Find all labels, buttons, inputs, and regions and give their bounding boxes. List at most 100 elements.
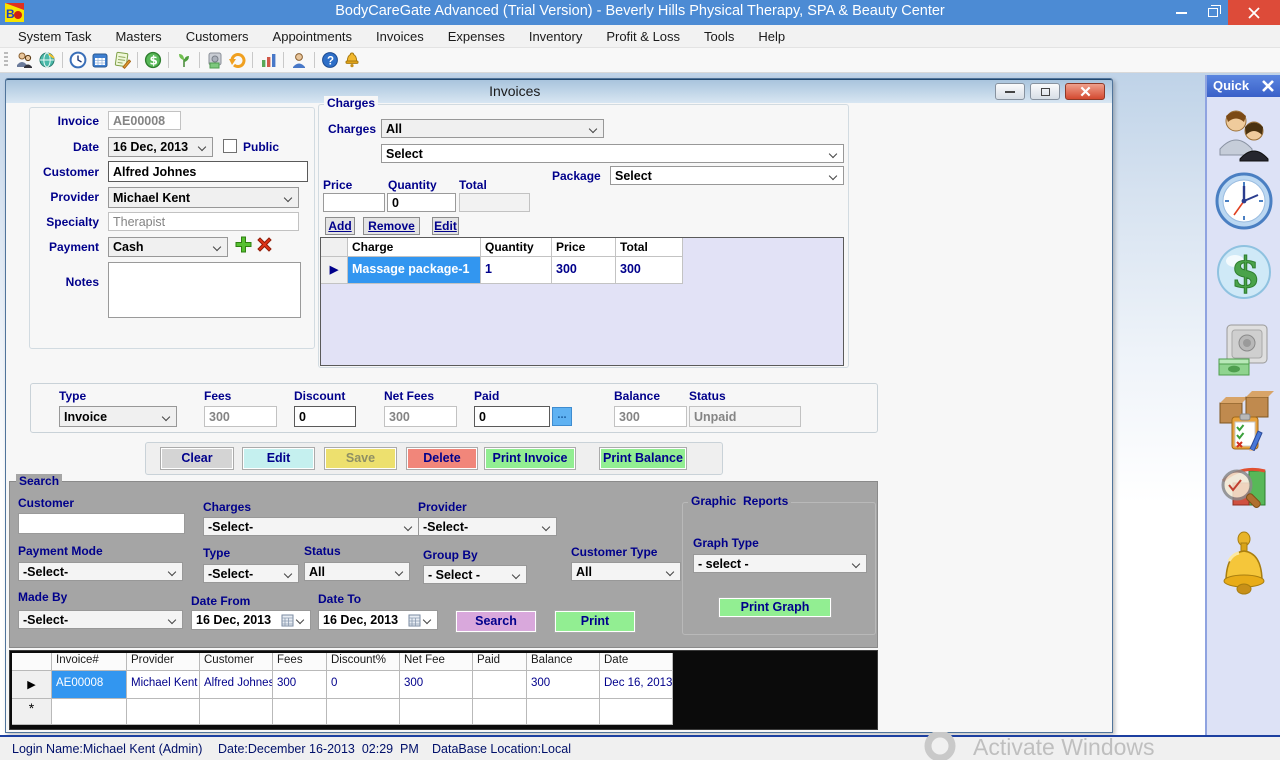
undo-icon[interactable] [226, 50, 248, 70]
invoices-window-titlebar[interactable]: Invoices [6, 79, 1112, 103]
public-checkbox[interactable] [223, 139, 237, 153]
menu-masters[interactable]: Masters [103, 26, 173, 47]
col-paid[interactable]: Paid [473, 653, 527, 671]
cell-charge[interactable]: Massage package-1 [348, 257, 481, 284]
charges-col-quantity[interactable]: Quantity [481, 238, 552, 257]
group-by-dropdown[interactable]: - Select - [423, 565, 527, 584]
inventory-boxes-icon[interactable] [1214, 387, 1274, 451]
menu-help[interactable]: Help [746, 26, 797, 47]
menu-tools[interactable]: Tools [692, 26, 746, 47]
close-button[interactable] [1228, 0, 1280, 25]
restore-button[interactable] [1197, 0, 1228, 25]
notes-field[interactable] [108, 262, 301, 318]
col-fees[interactable]: Fees [273, 653, 327, 671]
reports-chart-icon[interactable] [257, 50, 279, 70]
cell-total[interactable]: 300 [616, 257, 683, 284]
discount-field[interactable] [294, 406, 356, 427]
child-maximize-button[interactable] [1030, 83, 1060, 100]
minimize-button[interactable] [1166, 0, 1197, 25]
add-payment-icon[interactable] [235, 236, 252, 253]
col-netfee[interactable]: Net Fee [400, 653, 473, 671]
customer-type-dropdown[interactable]: All [571, 562, 681, 581]
payment-dropdown[interactable]: Cash [108, 237, 228, 257]
expenses-safe-icon[interactable] [204, 50, 226, 70]
results-grid-new-row[interactable]: * [12, 699, 673, 725]
col-provider[interactable]: Provider [127, 653, 200, 671]
cell-price[interactable]: 300 [552, 257, 616, 284]
clear-button[interactable]: Clear [161, 448, 233, 469]
price-field[interactable] [323, 193, 385, 212]
charges-grid-row[interactable]: ▶ Massage package-1 1 300 300 [321, 257, 843, 284]
money-icon[interactable]: $ [1215, 243, 1273, 301]
charges-col-total[interactable]: Total [616, 238, 683, 257]
print-invoice-button[interactable]: Print Invoice [485, 448, 575, 469]
remove-charge-button[interactable]: Remove [363, 217, 420, 235]
date-to-picker[interactable]: 16 Dec, 2013 [318, 610, 438, 630]
search-type-dropdown[interactable]: -Select- [203, 564, 299, 583]
profit-chart-icon[interactable] [1215, 461, 1273, 517]
charges-plant-icon[interactable] [173, 50, 195, 70]
provider-person-icon[interactable] [288, 50, 310, 70]
col-customer[interactable]: Customer [200, 653, 273, 671]
quick-close-icon[interactable] [1261, 79, 1275, 93]
search-button[interactable]: Search [456, 611, 536, 632]
menu-customers[interactable]: Customers [174, 26, 261, 47]
charge-select-dropdown[interactable]: Select [381, 144, 844, 163]
provider-dropdown[interactable]: Michael Kent [108, 187, 299, 208]
child-minimize-button[interactable] [995, 83, 1025, 100]
paid-field[interactable] [474, 406, 550, 427]
masters-globe-icon[interactable] [36, 50, 58, 70]
edit-button[interactable]: Edit [243, 448, 314, 469]
quantity-field[interactable] [387, 193, 456, 212]
graph-type-dropdown[interactable]: - select - [693, 554, 867, 573]
invoice-dollar-icon[interactable]: $ [142, 50, 164, 70]
add-charge-button[interactable]: Add [325, 217, 355, 235]
search-provider-dropdown[interactable]: -Select- [418, 517, 557, 536]
col-balance[interactable]: Balance [527, 653, 600, 671]
col-discount[interactable]: Discount% [327, 653, 400, 671]
type-dropdown[interactable]: Invoice [59, 406, 177, 427]
paid-more-button[interactable]: ... [552, 407, 572, 426]
remove-payment-icon[interactable] [256, 236, 273, 253]
bell-icon[interactable] [341, 50, 363, 70]
date-from-picker[interactable]: 16 Dec, 2013 [191, 610, 311, 630]
menu-expenses[interactable]: Expenses [436, 26, 517, 47]
made-by-dropdown[interactable]: -Select- [18, 610, 183, 629]
charges-col-price[interactable]: Price [552, 238, 616, 257]
col-date[interactable]: Date [600, 653, 673, 671]
save-button[interactable]: Save [325, 448, 396, 469]
menu-profit-loss[interactable]: Profit & Loss [594, 26, 692, 47]
appointment-note-icon[interactable] [111, 50, 133, 70]
child-close-button[interactable] [1065, 83, 1105, 100]
clock-icon[interactable] [67, 50, 89, 70]
search-status-dropdown[interactable]: All [304, 562, 410, 581]
invoice-date-dropdown[interactable]: 16 Dec, 2013 [108, 137, 213, 157]
calendar-icon[interactable] [89, 50, 111, 70]
search-customer-input[interactable] [18, 513, 185, 534]
customers-icon[interactable] [14, 50, 36, 70]
search-print-button[interactable]: Print [555, 611, 635, 632]
menu-invoices[interactable]: Invoices [364, 26, 436, 47]
edit-charge-button[interactable]: Edit [432, 217, 459, 235]
charges-col-charge[interactable]: Charge [348, 238, 481, 257]
col-invoice[interactable]: Invoice# [52, 653, 127, 671]
search-charges-dropdown[interactable]: -Select- [203, 517, 419, 536]
delete-button[interactable]: Delete [407, 448, 477, 469]
package-dropdown[interactable]: Select [610, 166, 844, 185]
customer-field[interactable] [108, 161, 308, 182]
expenses-safe-icon[interactable] [1217, 323, 1271, 379]
bell-icon[interactable] [1217, 531, 1271, 597]
charges-filter-dropdown[interactable]: All [381, 119, 604, 138]
print-graph-button[interactable]: Print Graph [719, 598, 831, 617]
help-icon[interactable]: ? [319, 50, 341, 70]
clock-icon[interactable] [1214, 171, 1274, 231]
results-grid-row[interactable]: ▶ AE00008 Michael Kent Alfred Johnes 300… [12, 671, 673, 699]
menu-appointments[interactable]: Appointments [261, 26, 365, 47]
menu-system-task[interactable]: System Task [6, 26, 103, 47]
print-balance-button[interactable]: Print Balance [600, 448, 686, 469]
cell-quantity[interactable]: 1 [481, 257, 552, 284]
menu-inventory[interactable]: Inventory [517, 26, 594, 47]
payment-mode-dropdown[interactable]: -Select- [18, 562, 183, 581]
customers-icon[interactable] [1216, 107, 1272, 163]
toolbar-separator [168, 52, 169, 68]
